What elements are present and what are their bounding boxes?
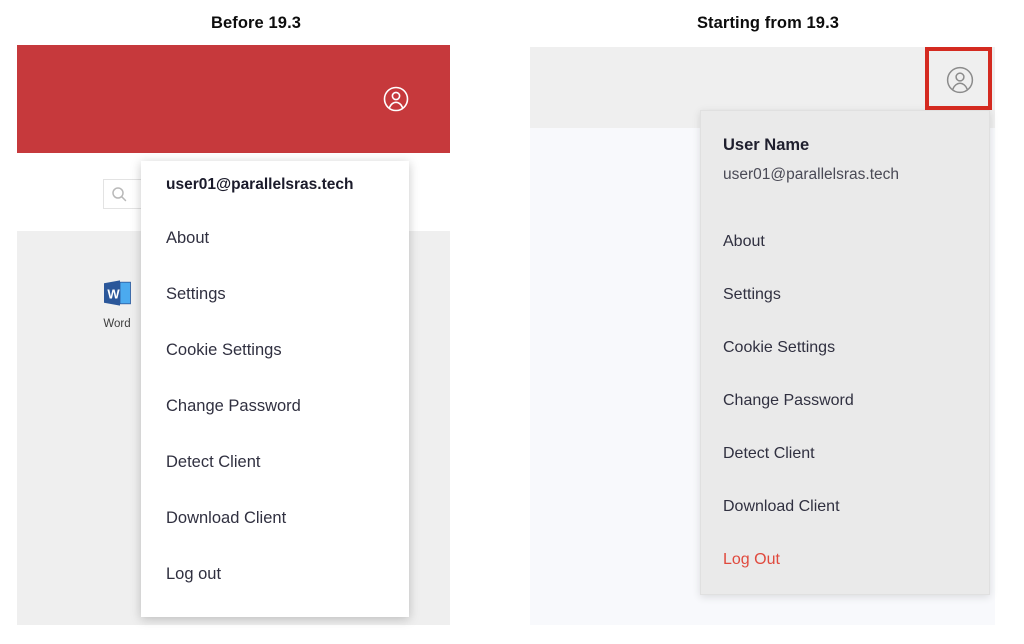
modern-menu-email: user01@parallelsras.tech: [723, 166, 899, 184]
modern-menu-item-change-password[interactable]: Change Password: [723, 392, 854, 410]
legacy-menu-item-log-out[interactable]: Log out: [166, 565, 221, 584]
microsoft-word-icon: W: [100, 276, 134, 310]
modern-menu-item-about[interactable]: About: [723, 233, 765, 251]
legacy-menu-email: user01@parallelsras.tech: [166, 176, 353, 194]
legacy-menu-item-detect-client[interactable]: Detect Client: [166, 453, 260, 472]
svg-text:W: W: [107, 286, 120, 301]
modern-menu-item-detect-client[interactable]: Detect Client: [723, 445, 815, 463]
legacy-app-header: [17, 45, 450, 153]
legacy-menu-item-about[interactable]: About: [166, 229, 209, 248]
user-circle-icon[interactable]: [383, 86, 409, 112]
user-circle-icon[interactable]: [946, 66, 974, 94]
legacy-menu-item-download-client[interactable]: Download Client: [166, 509, 286, 528]
legacy-menu-item-settings[interactable]: Settings: [166, 285, 226, 304]
legacy-ui-screenshot: W Word user01@parallelsras.tech About Se…: [17, 45, 450, 625]
comparison-figure: Before 19.3 Starting from 19.3: [0, 0, 1024, 644]
legacy-menu-item-cookie-settings[interactable]: Cookie Settings: [166, 341, 282, 360]
modern-user-menu[interactable]: User Name user01@parallelsras.tech About…: [700, 110, 990, 595]
search-icon: [111, 186, 127, 202]
modern-menu-user-name: User Name: [723, 136, 809, 155]
caption-after-version: Starting from 19.3: [512, 14, 1024, 33]
legacy-menu-item-change-password[interactable]: Change Password: [166, 397, 301, 416]
caption-before-version: Before 19.3: [0, 14, 512, 33]
modern-menu-item-cookie-settings[interactable]: Cookie Settings: [723, 339, 835, 357]
red-highlight-box: [925, 47, 992, 110]
modern-menu-item-download-client[interactable]: Download Client: [723, 498, 840, 516]
modern-ui-screenshot: User Name user01@parallelsras.tech About…: [530, 47, 995, 625]
modern-menu-item-log-out[interactable]: Log Out: [723, 551, 780, 569]
modern-menu-item-settings[interactable]: Settings: [723, 286, 781, 304]
legacy-user-menu[interactable]: user01@parallelsras.tech About Settings …: [141, 161, 409, 617]
